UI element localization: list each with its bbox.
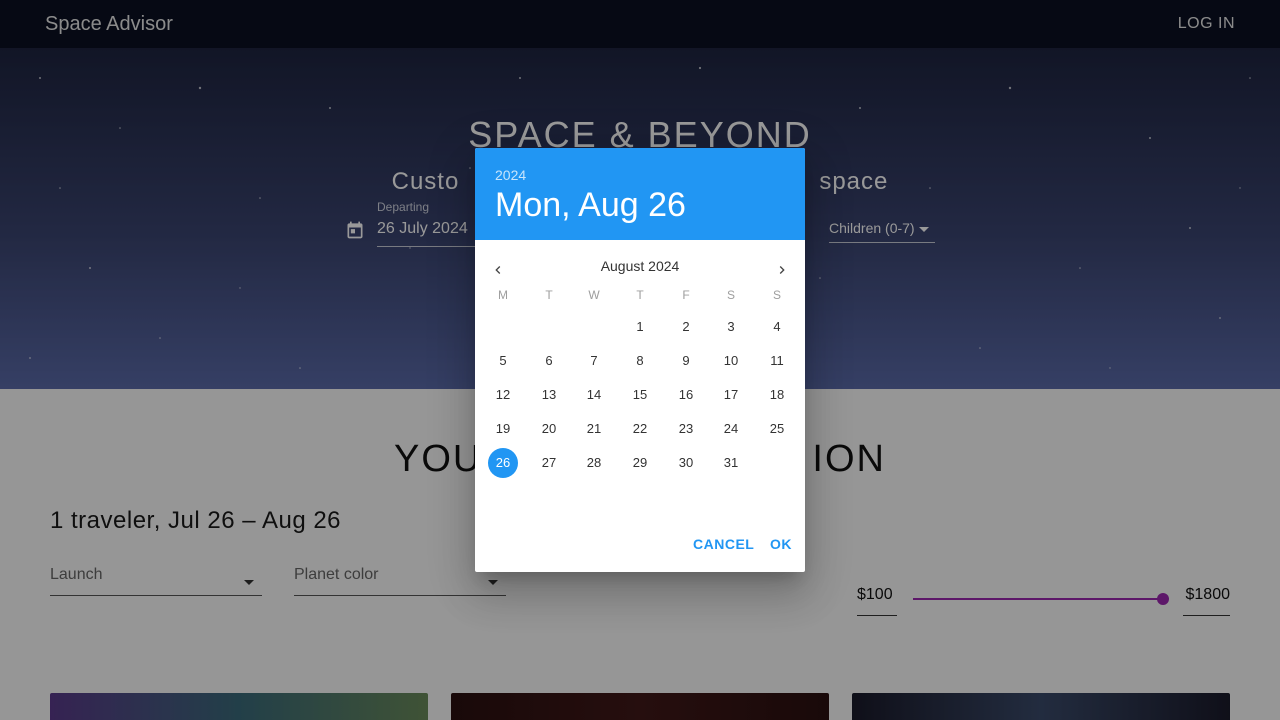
calendar-day[interactable]: 18	[762, 380, 792, 410]
next-month-button[interactable]	[768, 256, 796, 284]
calendar-day[interactable]: 19	[488, 414, 518, 444]
calendar-day[interactable]: 11	[762, 346, 792, 376]
weekday-label: F	[682, 288, 690, 302]
year-selector[interactable]: 2024	[495, 167, 526, 183]
weekday-label: S	[772, 288, 781, 302]
calendar-day[interactable]: 3	[716, 312, 746, 342]
weekday-label: T	[545, 288, 553, 302]
date-picker-dialog: 2024 Mon, Aug 26 August 2024 MTWTFSS 123…	[475, 148, 805, 572]
calendar-day[interactable]: 25	[762, 414, 792, 444]
calendar-day[interactable]: 6	[534, 346, 564, 376]
calendar-day[interactable]: 31	[716, 448, 746, 478]
date-picker-header: 2024 Mon, Aug 26	[475, 148, 805, 240]
calendar-day[interactable]: 22	[625, 414, 655, 444]
calendar-day[interactable]: 10	[716, 346, 746, 376]
chevron-right-icon	[779, 266, 785, 274]
calendar-day[interactable]: 21	[579, 414, 609, 444]
weekday-label: M	[498, 288, 508, 302]
calendar-day-selected[interactable]: 26	[488, 448, 518, 478]
calendar-day[interactable]: 2	[671, 312, 701, 342]
calendar-day[interactable]: 9	[671, 346, 701, 376]
calendar-day[interactable]: 15	[625, 380, 655, 410]
calendar-day[interactable]: 8	[625, 346, 655, 376]
calendar-day[interactable]: 7	[579, 346, 609, 376]
calendar-day[interactable]: 13	[534, 380, 564, 410]
calendar-day[interactable]: 28	[579, 448, 609, 478]
calendar-day[interactable]: 20	[534, 414, 564, 444]
calendar-day[interactable]: 30	[671, 448, 701, 478]
calendar-day[interactable]: 14	[579, 380, 609, 410]
calendar-day[interactable]: 27	[534, 448, 564, 478]
ok-button[interactable]: OK	[770, 536, 792, 552]
weekday-label: T	[636, 288, 644, 302]
calendar-day[interactable]: 29	[625, 448, 655, 478]
calendar-day[interactable]: 16	[671, 380, 701, 410]
month-label: August 2024	[600, 258, 680, 274]
calendar-day[interactable]: 24	[716, 414, 746, 444]
calendar-day[interactable]: 23	[671, 414, 701, 444]
calendar-day[interactable]: 17	[716, 380, 746, 410]
calendar-day[interactable]: 5	[488, 346, 518, 376]
cancel-button[interactable]: CANCEL	[693, 536, 754, 552]
weekday-label: S	[726, 288, 735, 302]
calendar-day[interactable]: 1	[625, 312, 655, 342]
calendar-day[interactable]: 12	[488, 380, 518, 410]
selected-date-display: Mon, Aug 26	[495, 186, 686, 224]
calendar-day[interactable]: 4	[762, 312, 792, 342]
weekday-label: W	[588, 288, 600, 302]
